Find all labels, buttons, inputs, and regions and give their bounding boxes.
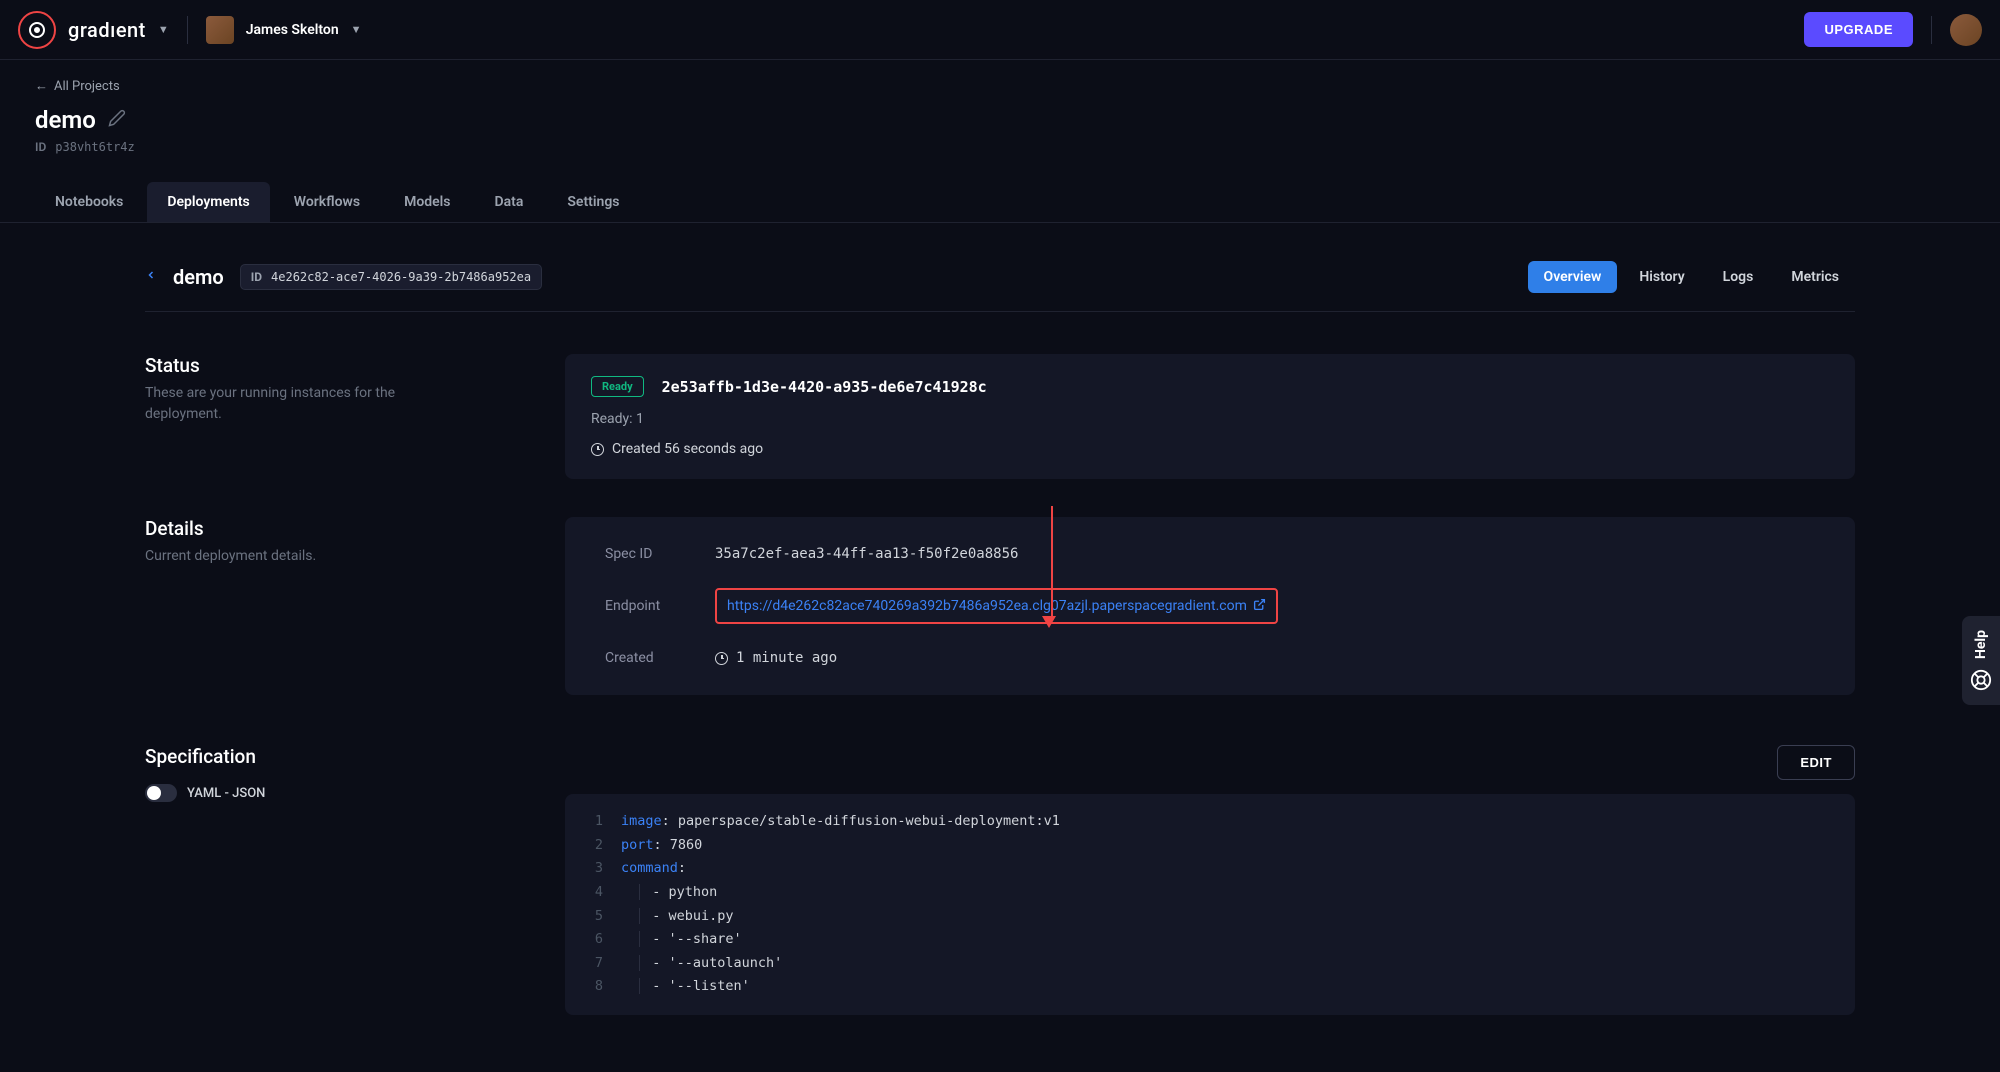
tab-models[interactable]: Models <box>384 182 470 222</box>
project-title: demo <box>35 106 96 134</box>
spec-section: Specification YAML - JSON EDIT 1image: p… <box>145 745 1855 1015</box>
tab-notebooks[interactable]: Notebooks <box>35 182 143 222</box>
instance-id: 2e53affb-1d3e-4420-a935-de6e7c41928c <box>662 378 987 396</box>
user-switcher[interactable]: James Skelton ▼ <box>206 16 362 44</box>
project-tabs: Notebooks Deployments Workflows Models D… <box>0 182 2000 223</box>
details-card: Spec ID 35a7c2ef-aea3-44ff-aa13-f50f2e0a… <box>565 517 1855 695</box>
clock-icon <box>591 443 604 456</box>
header-left: gradıent ▼ James Skelton ▼ <box>18 11 362 49</box>
project-id-value: p38vht6tr4z <box>55 140 134 154</box>
user-name: James Skelton <box>246 22 339 38</box>
spec-title: Specification <box>145 745 256 768</box>
app-header: gradıent ▼ James Skelton ▼ UPGRADE <box>0 0 2000 60</box>
chevron-down-icon[interactable]: ▼ <box>158 23 169 36</box>
chevron-left-icon[interactable] <box>145 267 157 287</box>
divider <box>1931 16 1932 44</box>
lifebuoy-icon <box>1970 669 1992 691</box>
subtab-overview[interactable]: Overview <box>1528 261 1618 293</box>
edit-button[interactable]: EDIT <box>1777 745 1855 780</box>
code-line: 1image: paperspace/stable-diffusion-webu… <box>585 810 1835 834</box>
brand-name: gradıent <box>68 18 146 42</box>
status-desc: These are your running instances for the… <box>145 383 465 425</box>
endpoint-highlight: https://d4e262c82ace740269a392b7486a952e… <box>715 588 1278 624</box>
id-label: ID <box>35 140 46 154</box>
brand-logo-icon <box>18 11 56 49</box>
details-desc: Current deployment details. <box>145 546 465 567</box>
deployment-id-value: 4e262c82-ace7-4026-9a39-2b7486a952ea <box>271 270 531 284</box>
profile-avatar[interactable] <box>1950 14 1982 46</box>
code-line: 3command: <box>585 857 1835 881</box>
brand-group[interactable]: gradıent ▼ <box>18 11 169 49</box>
spec-id-value: 35a7c2ef-aea3-44ff-aa13-f50f2e0a8856 <box>715 546 1018 562</box>
details-section: Details Current deployment details. Spec… <box>145 517 1855 695</box>
help-tab[interactable]: Help <box>1962 616 2000 705</box>
status-badge: Ready <box>591 376 644 397</box>
subtab-history[interactable]: History <box>1623 261 1700 293</box>
code-line: 4 - python <box>585 881 1835 905</box>
status-section: Status These are your running instances … <box>145 354 1855 479</box>
project-header: ← All Projects demo ID p38vht6tr4z <box>0 60 2000 154</box>
details-title: Details <box>145 517 545 540</box>
divider <box>187 16 188 44</box>
status-card: Ready 2e53affb-1d3e-4420-a935-de6e7c4192… <box>565 354 1855 479</box>
tab-deployments[interactable]: Deployments <box>147 182 269 222</box>
upgrade-button[interactable]: UPGRADE <box>1804 12 1913 47</box>
created-label: Created <box>605 650 715 666</box>
endpoint-url: https://d4e262c82ace740269a392b7486a952e… <box>727 598 1247 614</box>
chevron-down-icon[interactable]: ▼ <box>351 23 362 36</box>
code-line: 6 - '--share' <box>585 928 1835 952</box>
annotation-arrow <box>1048 506 1056 628</box>
ready-count: Ready: 1 <box>591 411 1829 427</box>
created-value: 1 minute ago <box>736 650 837 666</box>
code-line: 7 - '--autolaunch' <box>585 952 1835 976</box>
deployment-subtabs: Overview History Logs Metrics <box>1528 261 1855 293</box>
spec-id-label: Spec ID <box>605 546 715 562</box>
code-block[interactable]: 1image: paperspace/stable-diffusion-webu… <box>585 802 1835 1007</box>
code-line: 8 - '--listen' <box>585 975 1835 999</box>
back-to-projects-link[interactable]: ← All Projects <box>35 78 120 94</box>
pencil-icon[interactable] <box>108 109 126 131</box>
project-id-row: ID p38vht6tr4z <box>35 140 1965 154</box>
yaml-json-toggle[interactable] <box>145 784 177 802</box>
subtab-logs[interactable]: Logs <box>1707 261 1770 293</box>
external-link-icon <box>1253 598 1266 614</box>
avatar <box>206 16 234 44</box>
endpoint-link[interactable]: https://d4e262c82ace740269a392b7486a952e… <box>727 598 1266 614</box>
help-label: Help <box>1973 630 1989 659</box>
back-link-label: All Projects <box>54 79 120 94</box>
tab-data[interactable]: Data <box>475 182 544 222</box>
tab-settings[interactable]: Settings <box>547 182 639 222</box>
code-line: 2port: 7860 <box>585 834 1835 858</box>
deployment-name: demo <box>173 265 224 289</box>
tab-workflows[interactable]: Workflows <box>274 182 380 222</box>
toggle-label: YAML - JSON <box>187 786 265 801</box>
code-line: 5 - webui.py <box>585 905 1835 929</box>
id-label: ID <box>251 270 262 284</box>
subtab-metrics[interactable]: Metrics <box>1775 261 1855 293</box>
status-title: Status <box>145 354 545 377</box>
spec-code-card: 1image: paperspace/stable-diffusion-webu… <box>565 794 1855 1015</box>
content: demo ID 4e262c82-ace7-4026-9a39-2b7486a9… <box>0 223 2000 1015</box>
endpoint-label: Endpoint <box>605 598 715 614</box>
clock-icon <box>715 652 728 665</box>
deployment-id-badge[interactable]: ID 4e262c82-ace7-4026-9a39-2b7486a952ea <box>240 264 542 290</box>
header-right: UPGRADE <box>1804 12 1982 47</box>
arrow-left-icon: ← <box>35 78 48 94</box>
deployment-header: demo ID 4e262c82-ace7-4026-9a39-2b7486a9… <box>145 261 1855 312</box>
created-text: Created 56 seconds ago <box>612 441 763 457</box>
